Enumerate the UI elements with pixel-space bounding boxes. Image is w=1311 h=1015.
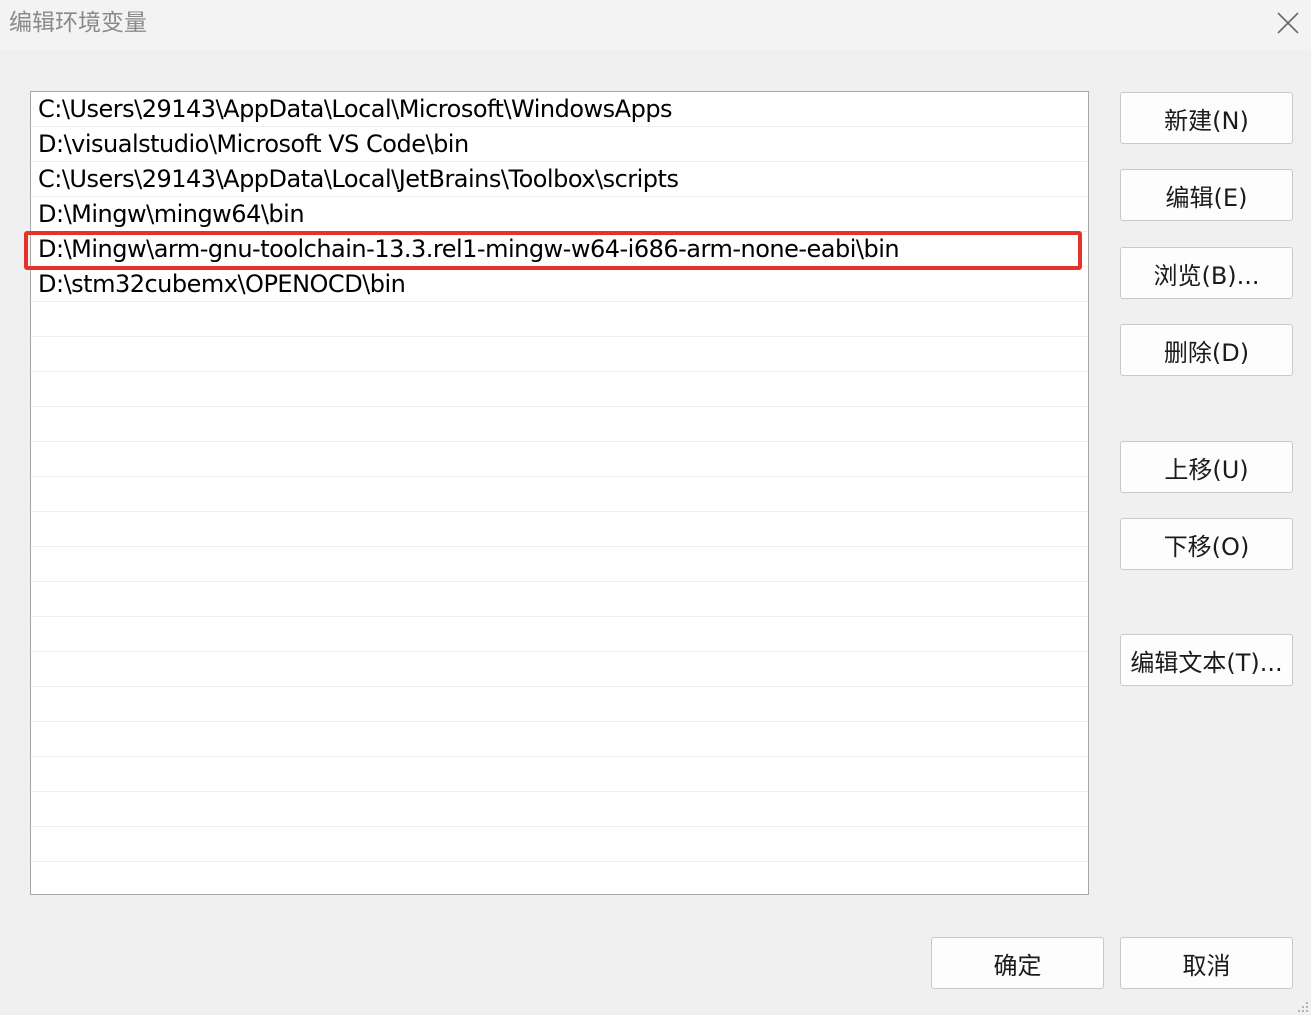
empty-row[interactable]: [31, 547, 1088, 582]
cancel-button[interactable]: 取消: [1120, 937, 1293, 989]
resize-grip-icon[interactable]: [1295, 999, 1309, 1013]
empty-row[interactable]: [31, 477, 1088, 512]
empty-row[interactable]: [31, 652, 1088, 687]
path-list-item[interactable]: D:\visualstudio\Microsoft VS Code\bin: [31, 127, 1088, 162]
edit-text-button[interactable]: 编辑文本(T)...: [1120, 634, 1293, 686]
empty-row[interactable]: [31, 372, 1088, 407]
browse-button[interactable]: 浏览(B)...: [1120, 247, 1293, 299]
path-list-item[interactable]: C:\Users\29143\AppData\Local\JetBrains\T…: [31, 162, 1088, 197]
delete-button[interactable]: 删除(D): [1120, 324, 1293, 376]
empty-row[interactable]: [31, 512, 1088, 547]
empty-row[interactable]: [31, 442, 1088, 477]
empty-row[interactable]: [31, 827, 1088, 862]
empty-row[interactable]: [31, 582, 1088, 617]
new-button[interactable]: 新建(N): [1120, 92, 1293, 144]
move-up-button[interactable]: 上移(U): [1120, 441, 1293, 493]
empty-row[interactable]: [31, 862, 1088, 894]
empty-row[interactable]: [31, 687, 1088, 722]
empty-row[interactable]: [31, 792, 1088, 827]
path-list-item[interactable]: D:\stm32cubemx\OPENOCD\bin: [31, 267, 1088, 302]
window-title: 编辑环境变量: [9, 10, 147, 36]
ok-button[interactable]: 确定: [931, 937, 1104, 989]
empty-row[interactable]: [31, 617, 1088, 652]
empty-row[interactable]: [31, 302, 1088, 337]
path-list-item[interactable]: D:\Mingw\mingw64\bin: [31, 197, 1088, 232]
path-list-item[interactable]: C:\Users\29143\AppData\Local\Microsoft\W…: [31, 92, 1088, 127]
empty-row[interactable]: [31, 407, 1088, 442]
close-button[interactable]: [1268, 5, 1308, 41]
empty-row[interactable]: [31, 337, 1088, 372]
move-down-button[interactable]: 下移(O): [1120, 518, 1293, 570]
empty-row[interactable]: [31, 757, 1088, 792]
empty-row[interactable]: [31, 722, 1088, 757]
close-icon: [1277, 12, 1299, 34]
title-bar: 编辑环境变量: [0, 0, 1311, 50]
path-list-item-highlighted[interactable]: D:\Mingw\arm-gnu-toolchain-13.3.rel1-min…: [31, 232, 1088, 267]
edit-button[interactable]: 编辑(E): [1120, 169, 1293, 221]
path-list[interactable]: C:\Users\29143\AppData\Local\Microsoft\W…: [30, 91, 1089, 895]
